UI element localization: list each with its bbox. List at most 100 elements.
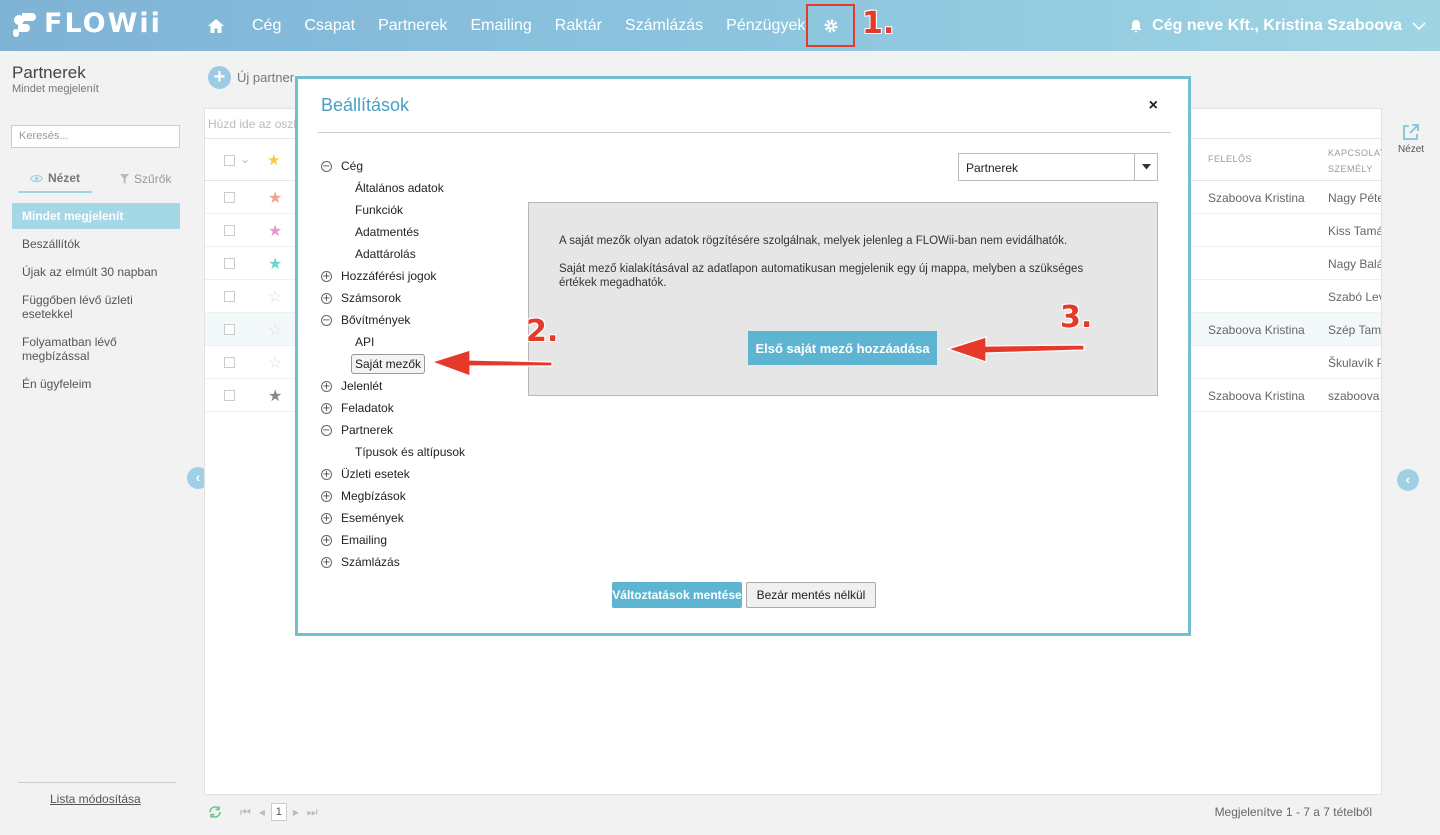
collapse-icon[interactable]: − [321, 424, 332, 436]
last-page-icon[interactable]: ⏭ [307, 805, 318, 820]
tree-node-events[interactable]: + Események [321, 507, 465, 529]
tree-item-functions[interactable]: Funkciók [321, 199, 465, 221]
expand-right-panel-icon[interactable]: ‹ [1397, 469, 1419, 491]
expand-icon[interactable]: + [321, 292, 332, 304]
star-icon[interactable]: ☆ [268, 353, 282, 373]
page-title: Partnerek [12, 63, 86, 82]
new-partner-button[interactable]: Új partner [237, 70, 294, 85]
first-page-icon[interactable]: ⏮ [240, 805, 251, 820]
sidebar-item-all[interactable]: Mindet megjelenít [12, 203, 180, 229]
nav-ceg[interactable]: Cég [252, 17, 281, 35]
user-account-name[interactable]: Cég neve Kft., Kristina Szaboova [1152, 17, 1402, 35]
expand-icon[interactable]: + [321, 556, 332, 568]
nav-emailing[interactable]: Emailing [470, 17, 531, 35]
sidebar-item-my-clients[interactable]: Én ügyfeleim [12, 371, 180, 397]
expand-icon[interactable]: + [321, 490, 332, 502]
home-icon[interactable] [206, 16, 226, 36]
contact-cell[interactable]: Nagy Balázs [1328, 257, 1381, 271]
collapse-icon[interactable]: − [321, 160, 332, 172]
add-first-custom-field-button[interactable]: Első saját mező hozzáadása [748, 331, 937, 365]
save-changes-button[interactable]: Változtatások mentése [612, 582, 742, 608]
expand-icon[interactable]: + [321, 468, 332, 480]
contact-cell[interactable]: Szép Tamás [1328, 323, 1381, 337]
tree-node-business-cases[interactable]: + Üzleti esetek [321, 463, 465, 485]
entity-select[interactable]: Partnerek [958, 153, 1158, 181]
tree-node-attendance[interactable]: + Jelenlét [321, 375, 465, 397]
star-icon[interactable]: ★ [268, 386, 282, 406]
row-checkbox[interactable] [224, 324, 235, 335]
nav-partnerek[interactable]: Partnerek [378, 17, 447, 35]
star-icon[interactable]: ☆ [268, 287, 282, 307]
grid-toolbar: + Új partner [208, 66, 294, 89]
tree-item-api[interactable]: API [321, 331, 465, 353]
add-partner-icon[interactable]: + [208, 66, 231, 89]
row-checkbox[interactable] [224, 357, 235, 368]
contact-cell[interactable]: Kiss Tamás [1328, 224, 1381, 238]
contact-cell[interactable]: Škulavík P. [1328, 356, 1381, 370]
star-filter-icon[interactable]: ★ [267, 151, 280, 169]
contact-cell[interactable]: Nagy Péter [1328, 191, 1381, 205]
chevron-down-icon[interactable] [1412, 21, 1426, 31]
star-icon[interactable]: ☆ [268, 320, 282, 340]
star-icon[interactable]: ★ [268, 254, 282, 274]
tree-node-number-series[interactable]: + Számsorok [321, 287, 465, 309]
collapse-icon[interactable]: − [321, 314, 332, 326]
tab-filters[interactable]: Szűrők [108, 168, 183, 193]
sidebar-item-active-orders[interactable]: Folyamatban lévő megbízással [12, 329, 180, 369]
contact-cell[interactable]: szaboova [1328, 389, 1381, 403]
refresh-icon[interactable] [208, 805, 222, 819]
edit-list-link[interactable]: Lista módosítása [50, 792, 141, 806]
close-without-saving-button[interactable]: Bezár mentés nélkül [746, 582, 876, 608]
next-page-icon[interactable]: ▸ [293, 805, 299, 819]
row-checkbox[interactable] [224, 225, 235, 236]
caret-down-icon[interactable] [1134, 154, 1157, 180]
sidebar-item-pending-cases[interactable]: Függőben lévő üzleti esetekkel [12, 287, 180, 327]
tree-node-invoicing[interactable]: + Számlázás [321, 551, 465, 573]
tab-view[interactable]: Nézet [18, 168, 93, 193]
expand-icon[interactable]: + [321, 380, 332, 392]
sidebar-item-new-30-days[interactable]: Újak az elmúlt 30 napban [12, 259, 180, 285]
contact-cell[interactable]: Szabó Levente [1328, 290, 1381, 304]
expand-icon[interactable]: + [321, 534, 332, 546]
tree-node-partners[interactable]: − Partnerek [321, 419, 465, 441]
select-all-checkbox[interactable] [224, 155, 235, 166]
tree-item-custom-fields[interactable]: Saját mezők [321, 353, 465, 375]
user-area[interactable]: Cég neve Kft., Kristina Szaboova [1130, 0, 1426, 51]
settings-button[interactable] [806, 4, 855, 47]
row-checkbox[interactable] [224, 192, 235, 203]
tree-node-orders[interactable]: + Megbízások [321, 485, 465, 507]
expand-icon[interactable]: + [321, 512, 332, 524]
tree-node-emailing[interactable]: + Emailing [321, 529, 465, 551]
tree-node-tasks[interactable]: + Feladatok [321, 397, 465, 419]
tree-item-general[interactable]: Általános adatok [321, 177, 465, 199]
tree-item-storage[interactable]: Adattárolás [321, 243, 465, 265]
page-number[interactable]: 1 [270, 803, 287, 821]
tree-node-extensions[interactable]: − Bővítmények [321, 309, 465, 331]
nav-raktar[interactable]: Raktár [555, 17, 602, 35]
expand-icon[interactable]: + [321, 402, 332, 414]
prev-page-icon[interactable]: ◂ [259, 805, 265, 819]
row-checkbox[interactable] [224, 258, 235, 269]
star-icon[interactable]: ★ [268, 221, 282, 241]
external-link-icon[interactable] [1401, 122, 1421, 142]
sidebar-item-suppliers[interactable]: Beszállítók [12, 231, 180, 257]
nav-csapat[interactable]: Csapat [304, 17, 355, 35]
tree-node-access[interactable]: + Hozzáférési jogok [321, 265, 465, 287]
tree-node-ceg[interactable]: − Cég [321, 155, 465, 177]
close-icon[interactable]: × [1149, 97, 1158, 115]
col-owner-header[interactable]: FELELŐS [1208, 154, 1252, 164]
star-icon[interactable]: ★ [268, 188, 282, 208]
nav-szamlazas[interactable]: Számlázás [625, 17, 703, 35]
view-panel-label[interactable]: Nézet [1382, 144, 1440, 155]
search-input[interactable]: Keresés... [11, 125, 180, 148]
row-checkbox[interactable] [224, 390, 235, 401]
expand-icon[interactable]: + [321, 270, 332, 282]
nav-penzugyek[interactable]: Pénzügyek [726, 17, 805, 35]
row-checkbox[interactable] [224, 291, 235, 302]
tree-item-backup[interactable]: Adatmentés [321, 221, 465, 243]
col-contact-header[interactable]: KAPCSOLATTARTÓ SZEMÉLY [1328, 145, 1382, 177]
flowii-logo[interactable]: FLOWii [12, 8, 162, 39]
tree-item-types[interactable]: Típusok és altípusok [321, 441, 465, 463]
chevron-down-icon[interactable]: ⌄ [240, 152, 250, 166]
bell-icon[interactable] [1130, 19, 1142, 33]
